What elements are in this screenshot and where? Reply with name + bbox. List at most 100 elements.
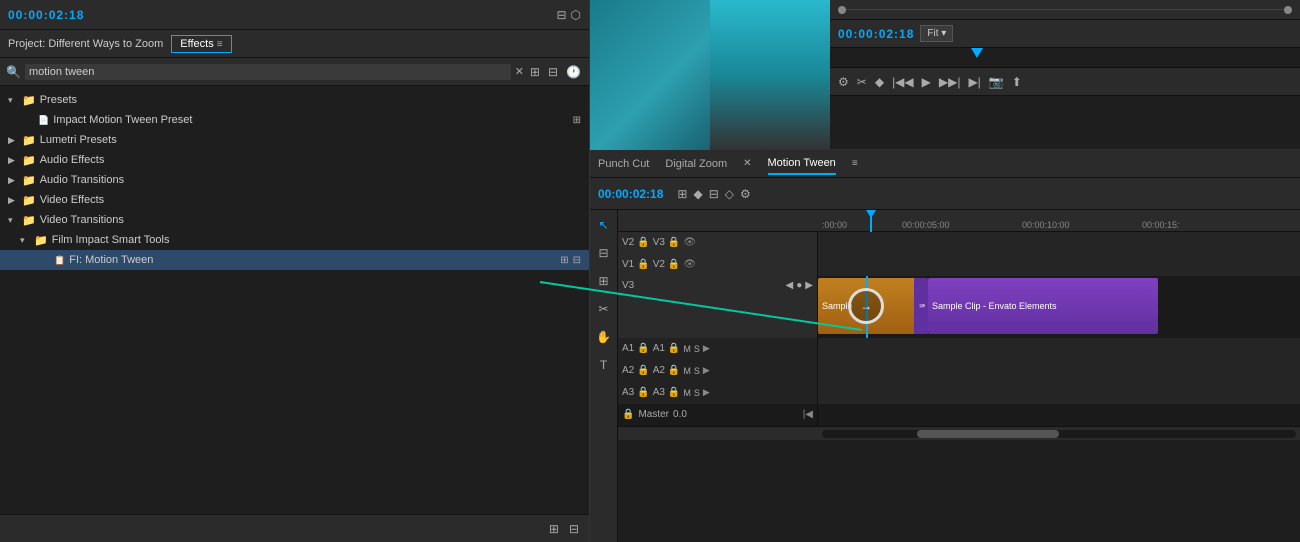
tree-item-lumetri[interactable]: ▶ 📁 Lumetri Presets (0, 130, 589, 150)
ruler-mark-3: 00:00:15: (1142, 220, 1180, 230)
track-lock2-a3[interactable]: 🔒 (668, 387, 680, 398)
track-lock2-a1[interactable]: 🔒 (668, 343, 680, 354)
tab-punch-cut[interactable]: Punch Cut (598, 154, 649, 174)
tree-item-fi-motion-tween[interactable]: 📋 FI: Motion Tween ⊞ ⊟ (0, 250, 589, 270)
info-icon[interactable]: 🕐 (564, 65, 583, 79)
prev-point-icon[interactable]: |◀◀ (892, 75, 914, 89)
tl-marker2-icon[interactable]: ◇ (725, 187, 734, 201)
audio-trans-label: Audio Transitions (40, 174, 581, 186)
search-bar: 🔍 ✕ ⊞ ⊟ 🕐 (0, 58, 589, 86)
nav-right-v3[interactable]: ▶ (805, 280, 813, 291)
tree-item-film-impact[interactable]: ▾ 📁 Film Impact Smart Tools (0, 230, 589, 250)
fit-button[interactable]: Fit ▾ (920, 25, 953, 42)
track-lock2-a2[interactable]: 🔒 (668, 365, 680, 376)
track-row-a1: A1 🔒 A1 🔒 M S ▶ (618, 338, 1300, 360)
track-vis-v1[interactable]: 👁 (683, 259, 696, 270)
nav-dot-v3[interactable]: ● (796, 280, 802, 291)
next-point-icon[interactable]: ▶▶| (939, 75, 961, 89)
drag-arrow-icon: → (860, 299, 872, 313)
new-folder-icon[interactable]: ⊟ (546, 65, 560, 79)
ripple-tool[interactable]: ⊞ (593, 270, 615, 292)
scrollbar-track[interactable] (822, 430, 1296, 438)
track-lock2-v1[interactable]: 🔒 (668, 259, 680, 270)
tree-item-video-effects[interactable]: ▶ 📁 Video Effects (0, 190, 589, 210)
presets-label: Presets (40, 94, 581, 106)
master-value: 0.0 (673, 409, 687, 420)
tree-item-audio-trans[interactable]: ▶ 📁 Audio Transitions (0, 170, 589, 190)
tl-setting-icon[interactable]: ⚙ (740, 187, 751, 201)
expand-icon[interactable]: ⬡ (571, 8, 581, 22)
delete-bottom-icon[interactable]: ⊟ (567, 522, 581, 536)
tree-item-video-trans[interactable]: ▾ 📁 Video Transitions (0, 210, 589, 230)
playhead-row (830, 48, 1300, 68)
nav-left-v3[interactable]: ◀ (786, 280, 794, 291)
new-bin-bottom-icon[interactable]: ⊞ (547, 522, 561, 536)
fi-badge1: ⊞ (560, 255, 568, 266)
master-lock-icon[interactable]: 🔒 (622, 409, 634, 420)
text-tool[interactable]: T (593, 354, 615, 376)
to-out-icon[interactable]: ▶| (968, 75, 980, 89)
track-alt-v1: V2 (653, 259, 665, 270)
track-name-a3: A3 (622, 387, 634, 398)
track-lock-a2[interactable]: 🔒 (637, 365, 649, 376)
trim-tool[interactable]: ⊟ (593, 242, 615, 264)
motion-tween-close[interactable]: ✕ (743, 158, 751, 169)
track-s-a1[interactable]: S (694, 344, 700, 354)
track-lock-v2[interactable]: 🔒 (637, 237, 649, 248)
track-lock2-v2[interactable]: 🔒 (668, 237, 680, 248)
play-button[interactable]: ▶ (922, 75, 931, 89)
project-tab[interactable]: Project: Different Ways to Zoom (8, 38, 163, 50)
timeline-tab-menu[interactable]: ≡ (852, 158, 858, 169)
effects-tab[interactable]: Effects ≡ (171, 35, 231, 53)
export-icon[interactable]: ⬆ (1012, 75, 1022, 89)
tree-item-impact-preset[interactable]: 📄 Impact Motion Tween Preset ⊞ (0, 110, 589, 130)
impact-preset-label: Impact Motion Tween Preset (53, 114, 568, 126)
track-vol-a3: ▶ (703, 387, 710, 398)
hand-tool[interactable]: ✋ (593, 326, 615, 348)
tl-ripple-icon[interactable]: ⊟ (709, 187, 719, 201)
tree-item-audio-effects[interactable]: ▶ 📁 Audio Effects (0, 150, 589, 170)
track-vol-a2: ▶ (703, 365, 710, 376)
trim-icon[interactable]: ✂ (857, 75, 867, 89)
track-vis-v2[interactable]: 👁 (683, 237, 696, 248)
chevron-film-impact: ▾ (20, 235, 30, 246)
tab-motion-tween[interactable]: Motion Tween (768, 153, 836, 175)
tl-snap-icon[interactable]: ⊞ (677, 187, 687, 201)
scrollbar-thumb[interactable] (917, 430, 1059, 438)
track-m-a1[interactable]: M (683, 344, 691, 354)
timeline-tools: ↖ ⊟ ⊞ ✂ ✋ T (590, 210, 618, 542)
tab-digital-zoom[interactable]: Digital Zoom (665, 154, 727, 174)
track-s-a3[interactable]: S (694, 388, 700, 398)
track-label-v2: V2 🔒 V3 🔒 👁 (618, 232, 818, 254)
chevron-video-effects: ▶ (8, 195, 18, 206)
master-nav[interactable]: |◀ (803, 409, 813, 420)
ruler-start-marker (838, 6, 846, 14)
search-input[interactable] (25, 64, 511, 80)
filter-icon[interactable]: ⊟ (556, 8, 566, 22)
settings-icon[interactable]: ⚙ (838, 75, 849, 89)
search-clear-button[interactable]: ✕ (515, 65, 524, 78)
marker-icon[interactable]: ◆ (875, 75, 884, 89)
track-lock-v1[interactable]: 🔒 (637, 259, 649, 270)
tl-marker-icon[interactable]: ◆ (693, 187, 702, 201)
video-trans-label: Video Transitions (40, 214, 581, 226)
folder-video-effects-icon: 📁 (22, 194, 36, 207)
track-m-a3[interactable]: M (683, 388, 691, 398)
track-row-v3: V3 ◀ ● ▶ Sample f (618, 276, 1300, 338)
top-bar: 00:00:02:18 ⊟ ⬡ (0, 0, 589, 30)
track-lock-a1[interactable]: 🔒 (637, 343, 649, 354)
preview-thumbnail (590, 0, 830, 150)
camera-icon[interactable]: 📷 (989, 75, 1004, 89)
track-alt-a2: A2 (653, 365, 665, 376)
right-area: 00:00:02:18 Fit ▾ ⚙ ✂ ◆ |◀◀ ▶ ▶▶| ▶| (590, 0, 1300, 542)
track-lock-a3[interactable]: 🔒 (637, 387, 649, 398)
track-m-a2[interactable]: M (683, 366, 691, 376)
tree-item-presets[interactable]: ▾ 📁 Presets (0, 90, 589, 110)
selection-tool[interactable]: ↖ (593, 214, 615, 236)
effects-bottom-bar: ⊞ ⊟ (0, 514, 589, 542)
razor-tool[interactable]: ✂ (593, 298, 615, 320)
new-bin-icon[interactable]: ⊞ (528, 65, 542, 79)
clip-sample-purple[interactable]: Sample Clip - Envato Elements (928, 278, 1158, 334)
track-s-a2[interactable]: S (694, 366, 700, 376)
timeline-scrollbar[interactable] (618, 426, 1300, 440)
